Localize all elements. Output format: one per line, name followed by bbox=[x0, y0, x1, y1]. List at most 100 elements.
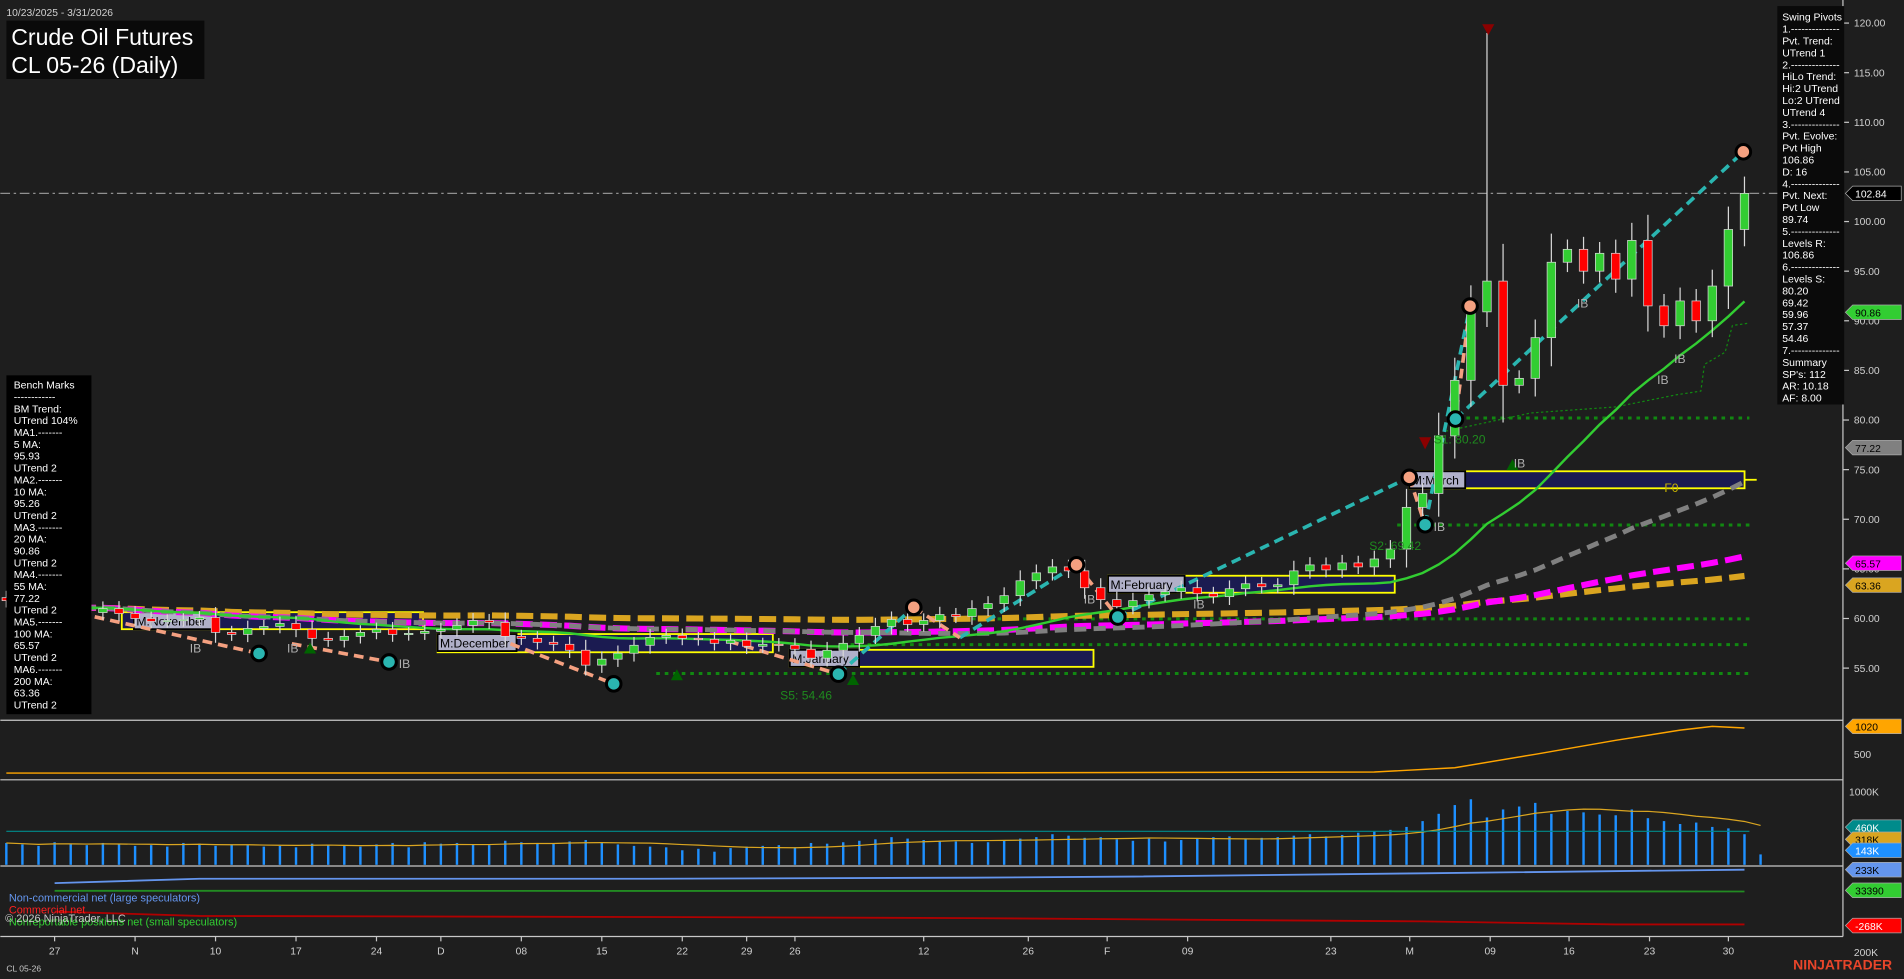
bench-mark-line: 20 MA: bbox=[14, 535, 47, 546]
chart-canvas[interactable]: M:November M:December M:January M:Februa… bbox=[0, 0, 1904, 979]
candle-body bbox=[339, 635, 349, 641]
time-tick-label: 26 bbox=[789, 947, 801, 958]
copyright: © 2026 NinjaTrader, LLC bbox=[5, 913, 126, 925]
bench-mark-line: 77.22 bbox=[14, 594, 40, 605]
swing-pivot-line: Summary bbox=[1782, 358, 1827, 369]
bench-mark-line: UTrend 2 bbox=[14, 700, 57, 711]
month-box-march[interactable]: M:March bbox=[1408, 470, 1757, 490]
time-tick-label: 09 bbox=[1484, 947, 1496, 958]
swing-pivot-line: UTrend 4 bbox=[1782, 108, 1825, 119]
bench-mark-line: UTrend 2 bbox=[14, 653, 57, 664]
candle-body bbox=[1675, 300, 1685, 327]
candle-body bbox=[178, 619, 188, 622]
ib-label: IB bbox=[1193, 598, 1204, 612]
s2-label: S2: 69.42 bbox=[1369, 539, 1421, 553]
swing-pivot-line: AR: 10.18 bbox=[1782, 382, 1829, 393]
time-tick-label: N bbox=[131, 947, 138, 958]
candle-body bbox=[1369, 558, 1379, 568]
candle-body bbox=[822, 649, 832, 659]
f0-label: F0 bbox=[1664, 481, 1678, 495]
swing-pivot-line: Pvt. Trend: bbox=[1782, 36, 1832, 47]
ninjatrader-logo: NINJATRADER bbox=[1793, 956, 1892, 972]
candle-body bbox=[1305, 564, 1315, 572]
time-tick-label: 16 bbox=[1563, 947, 1575, 958]
ib-label: IB bbox=[1657, 373, 1668, 387]
candle-body bbox=[1096, 587, 1106, 601]
candle-body bbox=[1047, 566, 1058, 574]
candle-body bbox=[1128, 600, 1138, 607]
candle-body bbox=[291, 623, 301, 630]
bench-mark-line: 5 MA: bbox=[14, 440, 41, 451]
swing-pivot-line: D: 16 bbox=[1782, 167, 1807, 178]
ib-label: IB bbox=[1514, 457, 1525, 471]
bench-mark-line: 55 MA: bbox=[14, 582, 47, 593]
swing-pivot-line: 57.37 bbox=[1782, 322, 1808, 333]
cot-tag: 233K bbox=[1855, 866, 1879, 877]
candle-body bbox=[1514, 377, 1524, 386]
bench-mark-line: BM Trend: bbox=[14, 404, 62, 415]
candle-body bbox=[1240, 583, 1251, 590]
bench-mark-line: 100 MA: bbox=[14, 629, 53, 640]
candle-body bbox=[452, 625, 462, 630]
time-tick-label: 24 bbox=[371, 947, 383, 958]
candle-body bbox=[581, 649, 591, 666]
candle-body bbox=[436, 629, 446, 632]
candle-body bbox=[661, 635, 671, 638]
candle-body bbox=[1578, 248, 1589, 272]
bench-mark-line: 65.57 bbox=[14, 641, 40, 652]
price-tick-label: 60.00 bbox=[1854, 614, 1880, 625]
price-tag: 77.22 bbox=[1855, 444, 1881, 455]
date-range: 10/23/2025 - 3/31/2026 bbox=[6, 8, 113, 19]
candle-body bbox=[758, 643, 768, 647]
background bbox=[0, 0, 1904, 979]
candle-body bbox=[1417, 493, 1428, 508]
candle-body bbox=[1707, 285, 1717, 322]
time-tick-label: 12 bbox=[918, 947, 930, 958]
ib-label: IB bbox=[1577, 296, 1588, 310]
candle-body bbox=[774, 643, 784, 646]
ib-label: IB bbox=[1084, 593, 1095, 607]
candle-body bbox=[1739, 193, 1750, 230]
candle-body bbox=[468, 620, 478, 626]
candle-body bbox=[114, 608, 124, 614]
candle-body bbox=[565, 643, 575, 651]
time-tick-label: M bbox=[1405, 947, 1414, 958]
candle-body bbox=[1273, 584, 1283, 588]
month-box-january[interactable]: M:January bbox=[788, 648, 1095, 668]
candle-body bbox=[1160, 591, 1170, 596]
time-tick-label: 23 bbox=[1325, 947, 1337, 958]
chart-subtitle: CL 05-26 (Daily) bbox=[11, 52, 178, 78]
swing-pivot-line: 80.20 bbox=[1782, 286, 1808, 297]
swing-pivot-line: UTrend 1 bbox=[1782, 48, 1825, 59]
candle-body bbox=[210, 617, 221, 633]
price-tick-label: 70.00 bbox=[1854, 515, 1880, 526]
bench-mark-line: MA4.------- bbox=[14, 570, 63, 581]
swing-pivot-line: Pvt High bbox=[1782, 144, 1822, 155]
candle-body bbox=[693, 637, 703, 640]
bench-mark-line: MA3.------- bbox=[14, 523, 63, 534]
candle-body bbox=[1015, 580, 1025, 597]
swing-pivots-panel: Swing Pivots1.--------------Pvt. Trend:U… bbox=[1777, 6, 1845, 405]
candle-body bbox=[790, 644, 800, 650]
swing-pivot-line: 5.-------------- bbox=[1782, 227, 1840, 238]
price-tick-label: 95.00 bbox=[1854, 267, 1880, 278]
time-tick-label: 22 bbox=[677, 947, 689, 958]
candle-body bbox=[146, 618, 156, 622]
instrument-footer: CL 05-26 bbox=[6, 964, 41, 974]
bench-mark-line: Bench Marks bbox=[14, 381, 75, 392]
candle-body bbox=[1482, 280, 1492, 313]
candle-body bbox=[1192, 587, 1202, 595]
swing-pivot-line: Pvt. Evolve: bbox=[1782, 132, 1837, 143]
time-tick-label: 10 bbox=[210, 947, 222, 958]
candle-body bbox=[1595, 252, 1605, 272]
candle-body bbox=[613, 652, 623, 660]
swing-pivot-line: 7.-------------- bbox=[1782, 346, 1840, 357]
candle-body bbox=[709, 638, 720, 644]
swing-pivot-line: 59.96 bbox=[1782, 310, 1808, 321]
candle-body bbox=[484, 620, 494, 623]
bench-mark-line: MA5.------- bbox=[14, 618, 63, 629]
s5-label: S5: 54.46 bbox=[780, 689, 832, 703]
candle-body bbox=[355, 632, 366, 637]
candle-body bbox=[1353, 562, 1363, 568]
candle-body bbox=[870, 626, 881, 636]
